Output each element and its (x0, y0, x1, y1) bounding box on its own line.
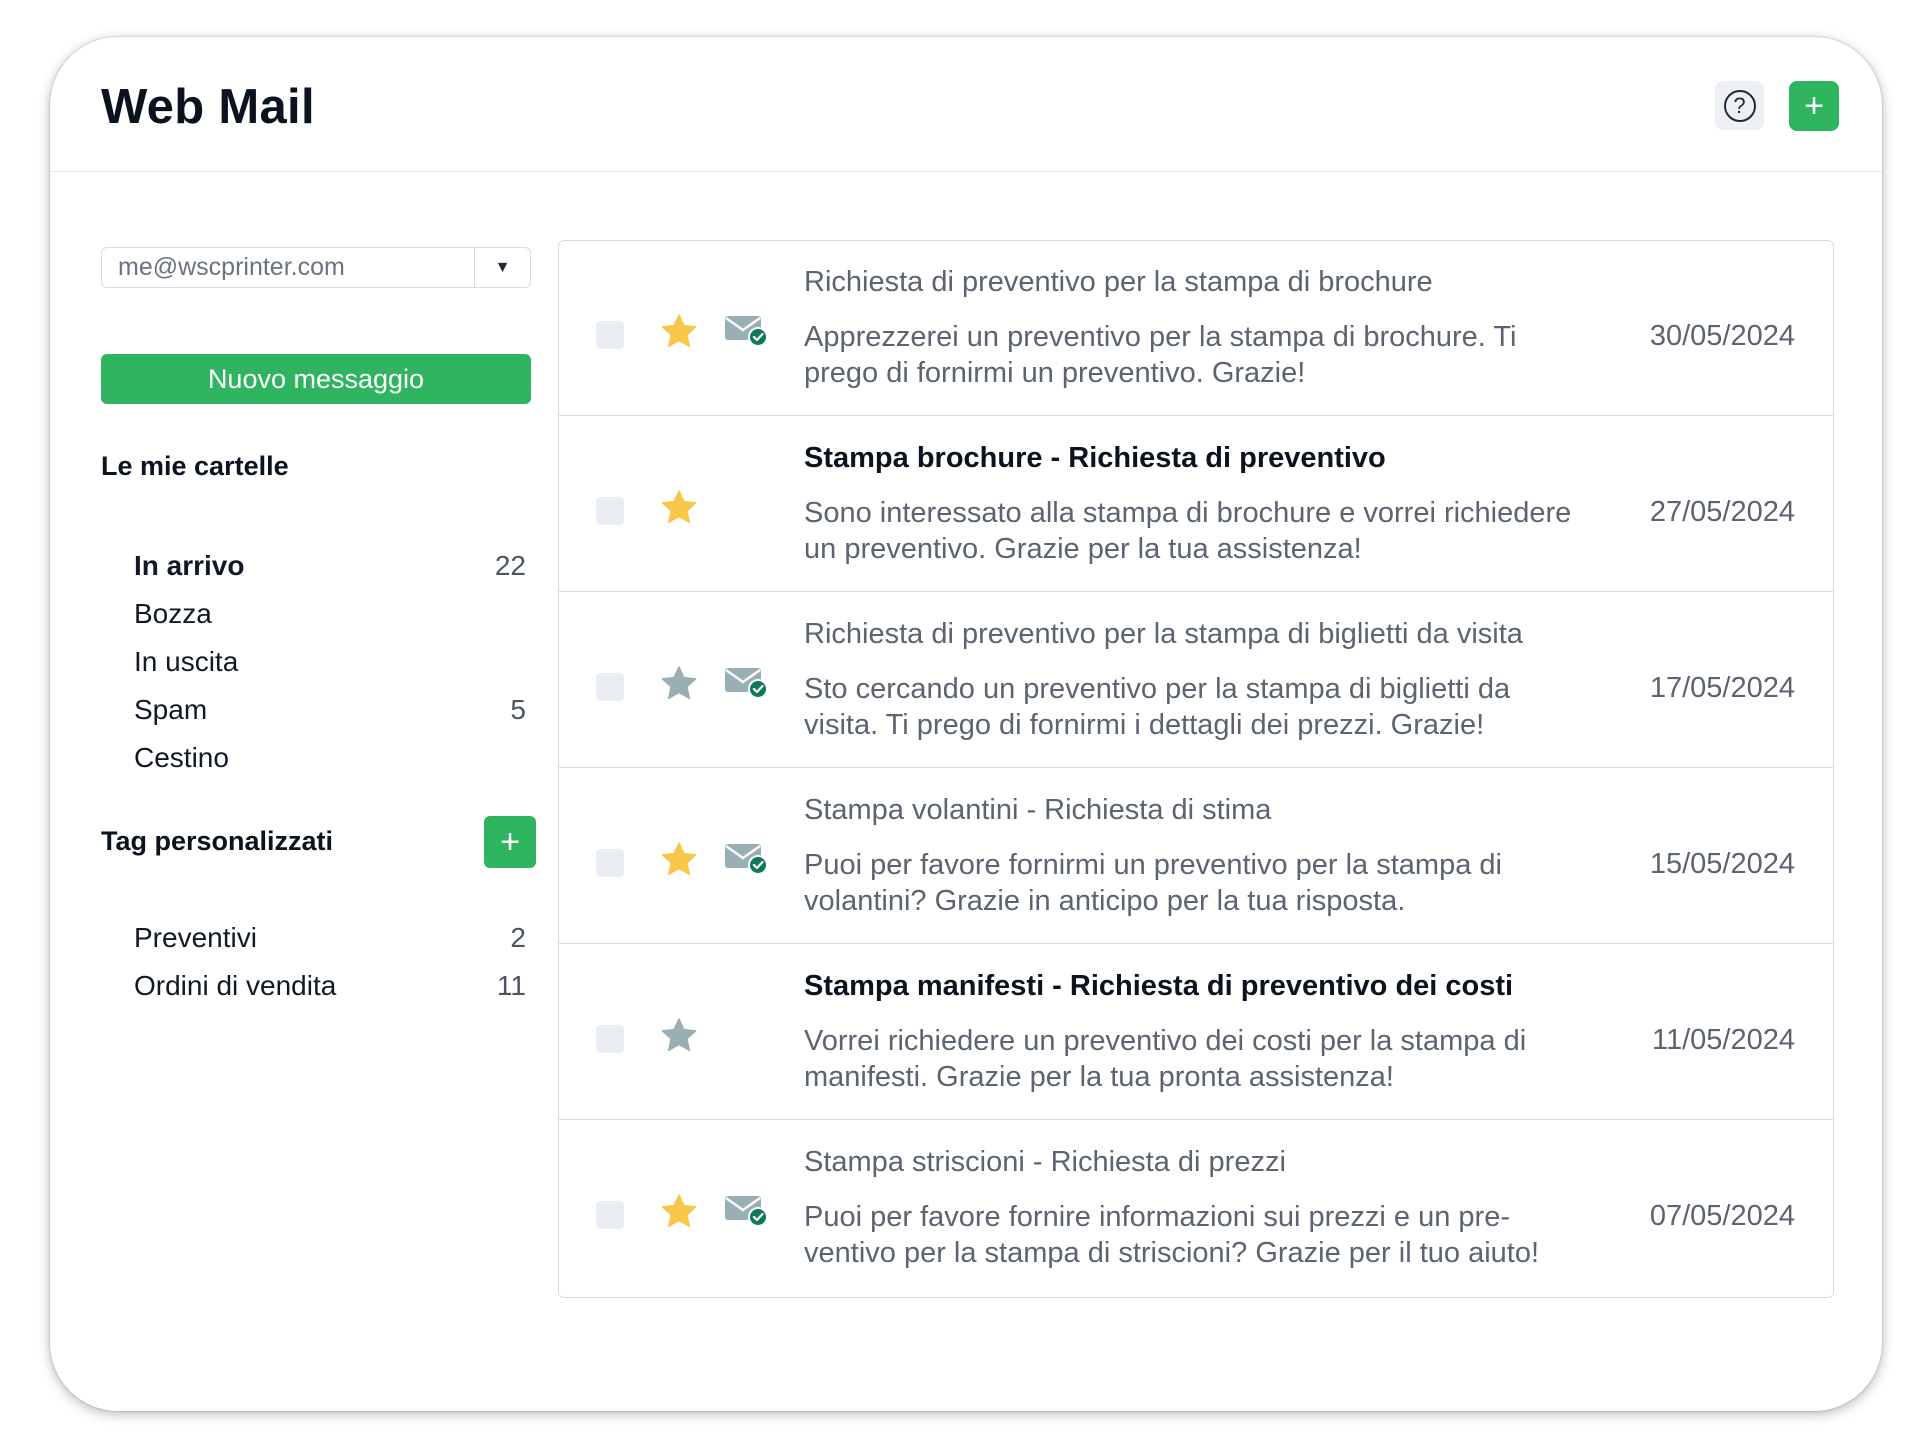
message-subject: Stampa striscioni - Richiesta di prezzi (804, 1146, 1286, 1178)
star-icon[interactable] (660, 489, 698, 527)
app-title: Web Mail (101, 80, 315, 134)
app-header: Web Mail ? + (50, 37, 1882, 172)
mail-read-icon (725, 668, 768, 699)
caret-down-icon[interactable]: ▼ (474, 248, 530, 287)
folder-item[interactable]: In arrivo 22 (134, 550, 534, 582)
message-subject: Stampa manifesti - Richiesta di preventi… (804, 970, 1514, 1002)
add-tag-button[interactable]: + (484, 816, 536, 868)
message-subject: Stampa volantini - Richiesta di stima (804, 794, 1272, 826)
message-row[interactable]: Richiesta di preventivo per la stampa di… (559, 593, 1833, 768)
star-icon[interactable] (660, 665, 698, 703)
star-icon[interactable] (660, 313, 698, 351)
message-list: Richiesta di preventivo per la stampa di… (558, 240, 1834, 1298)
folder-name: In arrivo (134, 550, 245, 581)
message-preview: Apprezzerei un preventivo per la stampa … (804, 321, 1517, 389)
folder-item[interactable]: Cestino (134, 742, 534, 774)
message-row[interactable]: Stampa striscioni - Richiesta di prezzi P… (559, 1121, 1833, 1296)
tag-name: Preventivi (134, 922, 257, 953)
folder-name: Bozza (134, 598, 212, 629)
account-select[interactable]: me@wscprinter.com ▼ (101, 247, 531, 288)
folder-count: 22 (494, 550, 526, 581)
tag-item[interactable]: Ordini di vendita 11 (134, 970, 534, 1002)
tags-title: Tag personalizzati (101, 826, 334, 856)
message-date: 15/05/2024 (1649, 848, 1795, 880)
mail-read-icon (725, 1196, 768, 1227)
tag-name: Ordini di vendita (134, 970, 337, 1001)
message-date: 27/05/2024 (1649, 496, 1795, 528)
folder-name: In uscita (134, 646, 239, 677)
message-date: 17/05/2024 (1649, 672, 1795, 704)
message-preview: Puoi per favore fornire informazioni sui… (804, 1201, 1540, 1269)
message-preview: Sto cercando un preventivo per la stampa… (804, 673, 1511, 741)
message-checkbox[interactable] (596, 497, 624, 525)
message-preview: Sono interessato alla stampa di brochure… (804, 497, 1572, 565)
folder-item[interactable]: In uscita (134, 646, 534, 678)
question-circle-icon: ? (1723, 89, 1756, 122)
message-row[interactable]: Richiesta di preventivo per la stampa di… (559, 241, 1833, 416)
message-checkbox[interactable] (596, 1025, 624, 1053)
folder-name: Spam (134, 694, 208, 725)
folder-name: Cestino (134, 742, 229, 773)
message-checkbox[interactable] (596, 1201, 624, 1229)
message-date: 11/05/2024 (1652, 1024, 1795, 1056)
add-button[interactable]: + (1789, 81, 1839, 131)
message-preview: Puoi per favore fornirmi un preventivo p… (804, 849, 1502, 917)
mail-read-icon (725, 316, 768, 347)
folders-title: Le mie cartelle (101, 451, 289, 481)
message-checkbox[interactable] (596, 849, 624, 877)
message-date: 07/05/2024 (1649, 1200, 1795, 1232)
message-row[interactable]: Stampa volantini - Richiesta di stima Puo… (559, 769, 1833, 944)
message-subject: Richiesta di preventivo per la stampa di… (804, 266, 1433, 298)
plus-icon: + (500, 823, 520, 861)
message-subject: Richiesta di preventivo per la stampa di… (804, 618, 1523, 650)
message-checkbox[interactable] (596, 321, 624, 349)
message-date: 30/05/2024 (1649, 320, 1795, 352)
folder-item[interactable]: Spam 5 (134, 694, 534, 726)
message-preview: Vorrei richiedere un preventivo dei cost… (804, 1025, 1527, 1093)
star-icon[interactable] (660, 1193, 698, 1231)
tag-count: 11 (496, 970, 526, 1001)
mail-read-icon (725, 844, 768, 875)
star-icon[interactable] (660, 1017, 698, 1055)
star-icon[interactable] (660, 841, 698, 879)
message-row[interactable]: Stampa manifesti - Richiesta di preventi… (559, 945, 1833, 1120)
tag-item[interactable]: Preventivi 2 (134, 922, 534, 954)
message-subject: Stampa brochure - Richiesta di preventiv… (804, 442, 1386, 474)
folder-count: 5 (510, 694, 526, 725)
compose-button[interactable]: Nuovo messaggio (101, 354, 531, 404)
plus-icon: + (1804, 87, 1824, 125)
folder-item[interactable]: Bozza (134, 598, 534, 630)
app-window: Web Mail ? + me@wscprinter.com ▼ Nuovo m… (50, 37, 1882, 1411)
message-checkbox[interactable] (596, 673, 624, 701)
help-button[interactable]: ? (1715, 81, 1764, 130)
tag-count: 2 (510, 922, 526, 953)
message-row[interactable]: Stampa brochure - Richiesta di preventiv… (559, 417, 1833, 592)
account-email: me@wscprinter.com (118, 253, 345, 281)
